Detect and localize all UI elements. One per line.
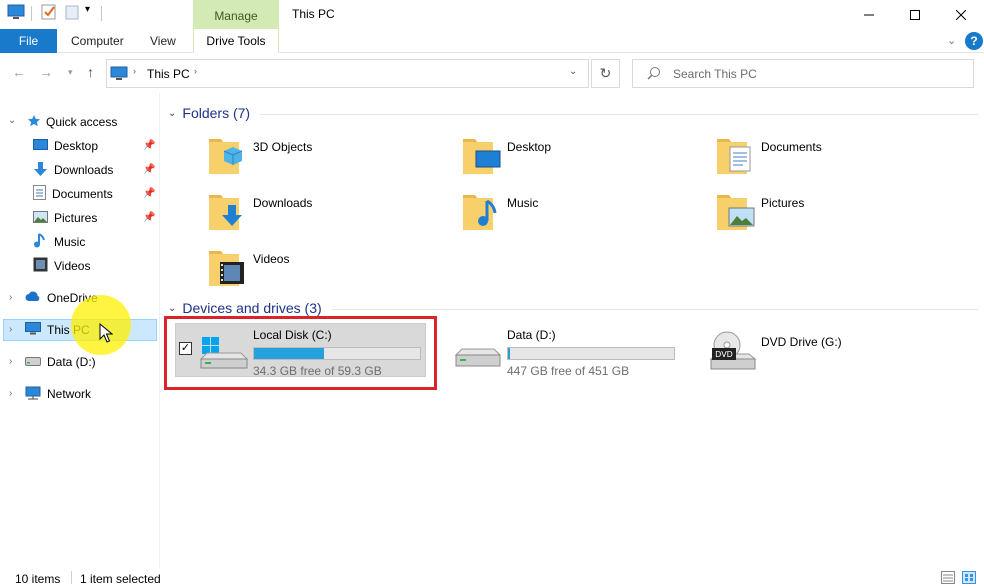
folder-videos[interactable]: Videos	[208, 245, 448, 295]
folder-desktop[interactable]: Desktop	[462, 133, 702, 183]
back-arrow-icon[interactable]: ←	[12, 64, 26, 80]
drive-usage-bar	[507, 347, 675, 360]
drives-group-header[interactable]: ⌄ Devices and drives (3)	[168, 300, 322, 316]
network-icon	[25, 386, 41, 403]
music-icon	[33, 233, 48, 251]
expand-chevron-icon[interactable]: ›	[9, 356, 12, 367]
breadcrumb-chevron-icon[interactable]: ›	[194, 66, 197, 76]
this-pc-icon	[25, 322, 41, 338]
music-folder-icon	[462, 189, 500, 234]
downloads-folder-icon	[208, 189, 246, 234]
close-button[interactable]	[938, 0, 984, 29]
documents-folder-icon	[716, 133, 752, 178]
title-bar: ▾ Manage This PC	[0, 0, 984, 29]
sidebar-item-quick-access[interactable]: Quick access	[27, 111, 117, 133]
tab-computer[interactable]: Computer	[71, 29, 124, 53]
drive-dvd-g[interactable]: DVD DVD Drive (G:)	[676, 323, 931, 377]
mouse-pointer-icon	[99, 322, 114, 346]
navigation-bar: ← → ▾ ↑ › This PC › ⌄ ↻ Search This PC	[0, 53, 984, 93]
details-view-icon[interactable]	[941, 571, 955, 587]
expand-chevron-icon[interactable]: ⌄	[8, 115, 16, 126]
sidebar-item-music[interactable]: Music	[33, 231, 85, 253]
folders-group-header[interactable]: ⌄ Folders (7)	[168, 105, 250, 121]
sidebar-item-network[interactable]: Network	[25, 383, 91, 405]
drive-icon	[454, 347, 502, 372]
expand-ribbon-icon[interactable]: ⌄	[947, 34, 956, 47]
address-dropdown-icon[interactable]: ⌄	[569, 66, 577, 77]
refresh-button[interactable]: ↻	[591, 59, 620, 88]
sidebar-item-data-drive[interactable]: Data (D:)	[25, 351, 96, 373]
up-arrow-icon[interactable]: ↑	[87, 64, 94, 80]
sidebar-item-pictures[interactable]: Pictures	[33, 207, 97, 229]
search-box[interactable]: Search This PC	[632, 59, 974, 88]
search-placeholder: Search This PC	[673, 67, 757, 81]
pictures-icon	[33, 210, 48, 226]
new-folder-icon[interactable]	[64, 4, 80, 20]
search-icon	[647, 66, 661, 83]
status-item-count: 10 items	[15, 572, 61, 586]
tab-manage[interactable]: Manage	[193, 0, 279, 29]
sidebar-item-documents[interactable]: Documents	[33, 183, 113, 205]
window-title: This PC	[292, 7, 335, 21]
properties-icon[interactable]	[41, 4, 57, 20]
expand-chevron-icon[interactable]: ›	[9, 292, 12, 303]
tab-drive-tools[interactable]: Drive Tools	[193, 29, 279, 53]
drive-usage-fill	[254, 348, 324, 359]
pin-icon[interactable]: 📌	[143, 212, 155, 223]
dvd-badge: DVD	[715, 350, 733, 359]
expand-chevron-icon[interactable]: ›	[9, 388, 12, 399]
sidebar-item-videos[interactable]: Videos	[33, 255, 90, 277]
pin-icon[interactable]: 📌	[143, 140, 155, 151]
breadcrumb-chevron-icon[interactable]: ›	[133, 66, 136, 76]
large-icons-view-icon[interactable]	[962, 571, 976, 587]
this-pc-icon	[110, 66, 128, 84]
tab-file[interactable]: File	[0, 29, 57, 53]
folder-music[interactable]: Music	[462, 189, 702, 239]
address-bar[interactable]: › This PC › ⌄	[106, 59, 589, 88]
sidebar-item-downloads[interactable]: Downloads	[33, 159, 113, 181]
dvd-drive-icon: DVD	[709, 331, 757, 374]
drive-icon	[25, 355, 41, 369]
desktop-folder-icon	[462, 133, 502, 178]
downloads-icon	[33, 161, 48, 179]
forward-arrow-icon[interactable]: →	[39, 64, 53, 80]
pictures-folder-icon	[716, 189, 756, 234]
collapse-chevron-icon[interactable]: ⌄	[168, 108, 176, 119]
star-icon	[27, 114, 41, 131]
drive-usage-bar	[253, 347, 421, 360]
desktop-icon	[33, 138, 48, 154]
folder-downloads[interactable]: Downloads	[208, 189, 448, 239]
documents-icon	[33, 185, 46, 203]
recent-locations-icon[interactable]: ▾	[68, 67, 73, 78]
this-pc-app-icon[interactable]	[7, 4, 25, 20]
refresh-icon: ↻	[599, 65, 612, 81]
folder-3d-objects[interactable]: 3D Objects	[208, 133, 448, 183]
sidebar-item-desktop[interactable]: Desktop	[33, 135, 98, 157]
videos-icon	[33, 257, 48, 275]
cloud-icon	[25, 291, 41, 305]
minimize-button[interactable]	[846, 0, 892, 29]
status-bar: 10 items 1 item selected	[0, 568, 984, 588]
drive-local-disk-c[interactable]: Local Disk (C:) 34.3 GB free of 59.3 GB	[168, 323, 423, 378]
tab-view[interactable]: View	[150, 29, 176, 53]
folder-pictures[interactable]: Pictures	[716, 189, 956, 239]
drive-data-d[interactable]: Data (D:) 447 GB free of 451 GB	[422, 323, 677, 378]
ribbon-tabs: File Computer View Drive Tools ⌄ ?	[0, 29, 984, 53]
pin-icon[interactable]: 📌	[143, 164, 155, 175]
pin-icon[interactable]: 📌	[143, 188, 155, 199]
help-button[interactable]: ?	[965, 32, 983, 50]
breadcrumb-this-pc[interactable]: This PC	[147, 67, 190, 81]
3d-objects-folder-icon	[208, 133, 244, 178]
videos-folder-icon	[208, 245, 246, 290]
folder-documents[interactable]: Documents	[716, 133, 956, 183]
customize-qat-icon[interactable]: ▾	[85, 4, 90, 15]
maximize-button[interactable]	[892, 0, 938, 29]
drive-usage-fill	[508, 348, 510, 359]
expand-chevron-icon[interactable]: ›	[9, 324, 12, 335]
windows-drive-icon	[199, 337, 249, 374]
collapse-chevron-icon[interactable]: ⌄	[168, 303, 176, 314]
status-selected-count: 1 item selected	[80, 572, 161, 586]
